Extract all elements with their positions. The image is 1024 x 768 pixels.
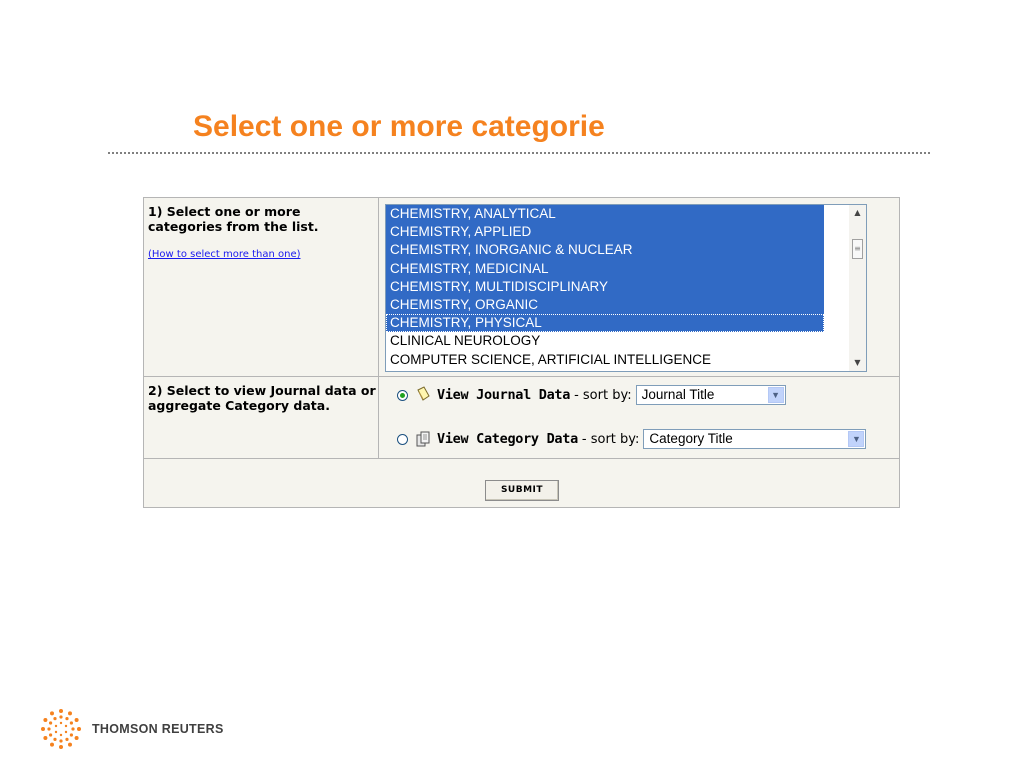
scroll-thumb[interactable]: ≡ <box>852 239 863 259</box>
scroll-up-icon[interactable]: ▲ <box>849 205 866 221</box>
title-divider <box>108 152 930 154</box>
category-option[interactable]: CLINICAL NEUROLOGY <box>386 332 824 350</box>
category-sortby-label: - sort by: <box>581 431 640 447</box>
category-sort-value: Category Title <box>649 431 733 446</box>
step2-label: 2) Select to view Journal data or aggreg… <box>148 383 376 413</box>
category-option[interactable]: CHEMISTRY, ANALYTICAL <box>386 205 824 224</box>
submit-cell: SUBMIT <box>144 459 899 507</box>
category-data-label: View Category Data <box>437 431 578 447</box>
category-data-radio[interactable] <box>397 433 408 445</box>
journal-sort-value: Journal Title <box>641 387 715 402</box>
brand-name: THOMSON REUTERS <box>92 722 224 736</box>
chevron-down-icon[interactable]: ▼ <box>767 387 784 403</box>
category-option[interactable]: CHEMISTRY, PHYSICAL <box>386 314 824 333</box>
category-option[interactable]: CHEMISTRY, INORGANIC & NUCLEAR <box>386 241 824 260</box>
step1-label-cell: 1) Select one or more categories from th… <box>144 198 379 377</box>
help-link-select-multiple[interactable]: (How to select more than one) <box>148 249 301 260</box>
category-icon <box>416 431 430 447</box>
slide-title: Select one or more categorie <box>193 110 605 143</box>
journal-data-label: View Journal Data <box>437 387 571 403</box>
thomson-reuters-logo <box>41 709 81 749</box>
journal-sort-select[interactable]: Journal Title ▼ <box>635 385 786 405</box>
step2-options-cell: View Journal Data - sort by: Journal Tit… <box>379 377 899 459</box>
journal-data-row: View Journal Data - sort by: Journal Tit… <box>397 385 786 405</box>
category-option[interactable]: CHEMISTRY, MEDICINAL <box>386 259 824 278</box>
category-options: CHEMISTRY, ANALYTICAL CHEMISTRY, APPLIED… <box>386 205 824 369</box>
category-option[interactable]: COMPUTER SCIENCE, ARTIFICIAL INTELLIGENC… <box>386 351 824 369</box>
journal-data-radio[interactable] <box>397 389 408 401</box>
category-data-row: View Category Data - sort by: Category T… <box>397 429 867 449</box>
category-sort-select[interactable]: Category Title ▼ <box>643 429 867 449</box>
category-listbox[interactable]: CHEMISTRY, ANALYTICAL CHEMISTRY, APPLIED… <box>385 204 867 372</box>
listbox-scrollbar[interactable]: ▲ ≡ ▼ <box>849 205 866 371</box>
step2-label-cell: 2) Select to view Journal data or aggreg… <box>144 377 379 459</box>
step1-list-cell: CHEMISTRY, ANALYTICAL CHEMISTRY, APPLIED… <box>379 198 899 377</box>
chevron-down-icon[interactable]: ▼ <box>848 431 865 447</box>
category-selection-form: 1) Select one or more categories from th… <box>143 197 900 508</box>
step1-label: 1) Select one or more categories from th… <box>148 204 319 234</box>
category-option[interactable]: CHEMISTRY, ORGANIC <box>386 295 824 315</box>
category-option[interactable]: CHEMISTRY, MULTIDISCIPLINARY <box>386 277 824 296</box>
scroll-down-icon[interactable]: ▼ <box>849 355 866 371</box>
journal-icon <box>417 386 430 401</box>
brand-footer: THOMSON REUTERS <box>40 708 224 750</box>
submit-button[interactable]: SUBMIT <box>485 480 559 501</box>
category-option[interactable]: CHEMISTRY, APPLIED <box>386 223 824 242</box>
journal-sortby-label: - sort by: <box>574 387 632 403</box>
